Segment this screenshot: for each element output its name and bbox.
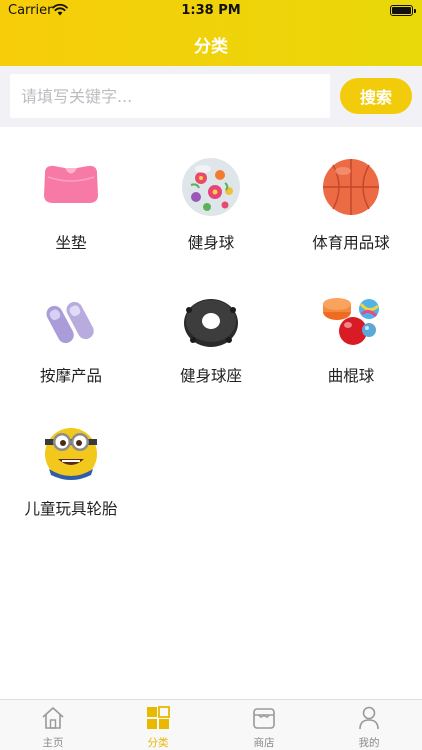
hockey-balls-icon [323,298,379,345]
basketball-icon [323,159,379,215]
tab-label: 我的 [358,737,380,749]
category-item[interactable]: 儿童玩具轮胎 [1,393,141,523]
tab-store[interactable]: 商店 [211,700,317,750]
page-title: 分类 [194,37,228,57]
category-item[interactable]: 曲棍球 [281,260,421,390]
tab-home[interactable]: 主页 [0,700,106,750]
search-input[interactable] [10,74,330,118]
category-label: 儿童玩具轮胎 [24,500,118,518]
tab-label: 主页 [42,737,64,749]
cushion-icon [44,165,98,203]
status-bar: Carrier 1:38 PM [0,0,422,22]
search-button[interactable]: 搜索 [340,78,412,114]
search-bar: 搜索 [0,66,422,127]
category-item[interactable]: 体育用品球 [281,127,421,257]
tab-profile[interactable]: 我的 [316,700,422,750]
tab-bar: 主页 分类 商店 我的 [0,699,422,750]
category-label: 健身球 [187,234,235,252]
category-item[interactable]: 健身球 [141,127,281,257]
home-icon [42,707,64,729]
category-label: 体育用品球 [312,234,390,252]
category-item[interactable]: 坐垫 [1,127,141,257]
category-item[interactable]: 健身球座 [141,260,281,390]
category-label: 按摩产品 [39,367,102,385]
ball-base-icon [184,299,238,347]
category-label: 坐垫 [55,234,87,252]
category-item[interactable]: 按摩产品 [1,260,141,390]
tab-label: 分类 [147,737,169,749]
category-label: 曲棍球 [327,367,375,385]
minion-toy-icon [45,428,97,480]
tab-label: 商店 [253,737,275,749]
category-label: 健身球座 [179,367,242,385]
battery-icon [390,5,416,16]
category-grid-icon [147,706,170,729]
floral-ball-icon [182,158,240,216]
tab-category[interactable]: 分类 [105,700,211,750]
header: Carrier 1:38 PM 分类 [0,0,422,66]
massage-slippers-icon [46,301,94,344]
profile-icon [359,706,379,730]
store-icon [253,708,275,729]
status-time: 1:38 PM [181,3,241,18]
